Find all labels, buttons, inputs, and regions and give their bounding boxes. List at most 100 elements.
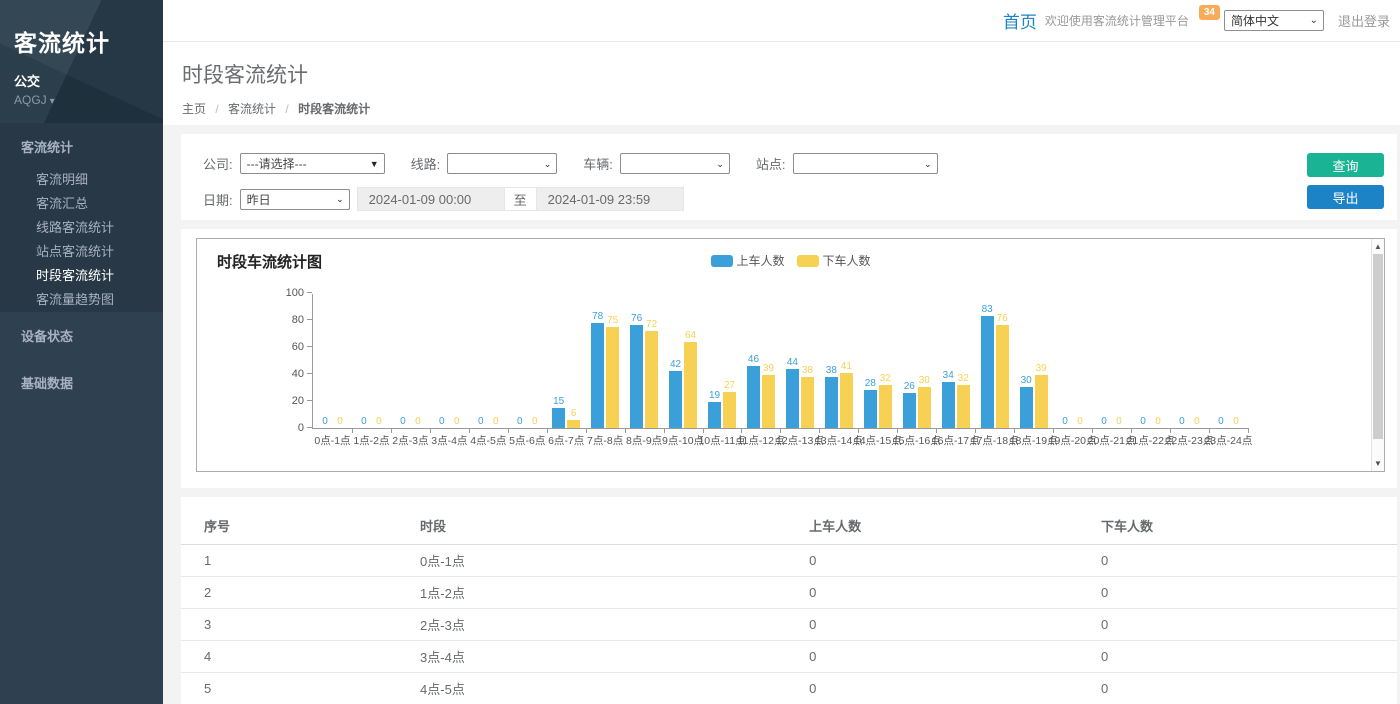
alighting-bar-15[interactable] xyxy=(918,387,931,428)
bar-column: 0 xyxy=(1175,416,1188,428)
sidebar-subitem-1[interactable]: 客流汇总 xyxy=(0,192,163,216)
chart-legend: 上车人数 下车人数 xyxy=(710,252,870,269)
chart-plot: 000点-1点001点-2点002点-3点003点-4点004点-5点005点-… xyxy=(312,294,1248,429)
table-cell: 0 xyxy=(801,545,1093,577)
language-selected: 简体中文 xyxy=(1231,12,1279,29)
dropdown-arrow-icon: ▼ xyxy=(370,160,379,168)
boarding-bar-13[interactable] xyxy=(825,377,838,428)
bar-column: 0 xyxy=(435,416,448,428)
breadcrumb-home[interactable]: 主页 xyxy=(182,102,206,116)
bar-column: 38 xyxy=(801,365,814,428)
boarding-bar-8[interactable] xyxy=(630,325,643,428)
bar-value-label: 6 xyxy=(571,408,577,419)
bar-value-label: 0 xyxy=(400,416,406,427)
boarding-bar-17[interactable] xyxy=(981,316,994,428)
alighting-bar-6[interactable] xyxy=(567,420,580,428)
bar-value-label: 15 xyxy=(553,396,564,407)
vehicle-select[interactable]: ⌄ xyxy=(620,153,730,174)
bar-column: 44 xyxy=(786,357,799,428)
date-start-input[interactable]: 2024-01-09 00:00 xyxy=(357,187,505,211)
logout-link[interactable]: 退出登录 xyxy=(1338,11,1390,30)
language-select[interactable]: 简体中文 ⌄ xyxy=(1224,10,1324,31)
alighting-bar-7[interactable] xyxy=(606,327,619,428)
bar-column: 19 xyxy=(708,390,721,428)
bar-column: 0 xyxy=(489,416,502,428)
export-button[interactable]: 导出 xyxy=(1307,185,1384,209)
boarding-bar-14[interactable] xyxy=(864,390,877,428)
company-select[interactable]: ---请选择--- ▼ xyxy=(240,153,385,174)
bar-column: 0 xyxy=(528,416,541,428)
alighting-bar-10[interactable] xyxy=(723,392,736,428)
query-button[interactable]: 查询 xyxy=(1307,153,1384,177)
bar-value-label: 44 xyxy=(787,357,798,368)
breadcrumb-current: 时段客流统计 xyxy=(298,102,370,116)
date-to-label: 至 xyxy=(505,187,536,211)
date-preset-select[interactable]: 昨日 ⌄ xyxy=(240,189,350,210)
bar-group-7: 78757点-8点 xyxy=(586,293,625,428)
boarding-bar-18[interactable] xyxy=(1020,387,1033,428)
app-logo: 客流统计 xyxy=(14,24,149,58)
bar-column: 26 xyxy=(903,381,916,428)
user-dropdown[interactable]: AQGJ▾ xyxy=(14,93,149,107)
table-row: 21点-2点00 xyxy=(181,577,1397,609)
bar-value-label: 41 xyxy=(841,361,852,372)
chart-scrollbar[interactable]: ▲ ▼ xyxy=(1371,239,1384,471)
sidebar-subitem-3[interactable]: 站点客流统计 xyxy=(0,240,163,264)
bar-value-label: 76 xyxy=(631,313,642,324)
boarding-bar-11[interactable] xyxy=(747,366,760,428)
scroll-down-icon[interactable]: ▼ xyxy=(1372,459,1384,468)
alighting-bar-18[interactable] xyxy=(1035,375,1048,428)
sidebar-subitem-5[interactable]: 客流量趋势图 xyxy=(0,288,163,312)
scroll-up-icon[interactable]: ▲ xyxy=(1372,242,1384,251)
legend-item-0[interactable]: 上车人数 xyxy=(710,252,784,269)
breadcrumb-section[interactable]: 客流统计 xyxy=(228,102,276,116)
bar-column: 15 xyxy=(552,396,565,428)
table-header-cell-0: 序号 xyxy=(181,507,412,545)
alighting-bar-17[interactable] xyxy=(996,325,1009,428)
sidebar-subitem-4[interactable]: 时段客流统计 xyxy=(0,264,163,288)
alighting-bar-14[interactable] xyxy=(879,385,892,428)
bar-group-3: 003点-4点 xyxy=(430,293,469,428)
bar-group-1: 001点-2点 xyxy=(352,293,391,428)
sidebar-subitem-0[interactable]: 客流明细 xyxy=(0,168,163,192)
boarding-bar-9[interactable] xyxy=(669,371,682,428)
boarding-bar-16[interactable] xyxy=(942,382,955,428)
bar-value-label: 0 xyxy=(1194,416,1200,427)
alighting-bar-13[interactable] xyxy=(840,373,853,428)
sidebar-subitem-2[interactable]: 线路客流统计 xyxy=(0,216,163,240)
legend-item-1[interactable]: 下车人数 xyxy=(797,252,871,269)
alighting-bar-11[interactable] xyxy=(762,375,775,428)
sidebar-item-device-status[interactable]: 设备状态 xyxy=(0,312,163,359)
sidebar-item-passenger-stats[interactable]: 客流统计 xyxy=(0,123,163,168)
y-axis-label: 80 xyxy=(266,314,304,326)
home-link[interactable]: 首页 xyxy=(1003,8,1037,33)
bar-value-label: 0 xyxy=(517,416,523,427)
company-label: 公司: xyxy=(203,154,233,173)
boarding-bar-6[interactable] xyxy=(552,408,565,428)
alighting-bar-16[interactable] xyxy=(957,385,970,428)
date-end-input[interactable]: 2024-01-09 23:59 xyxy=(536,187,684,211)
x-axis-label: 6点-7点 xyxy=(548,433,584,448)
table-header-cell-1: 时段 xyxy=(412,507,801,545)
table-cell: 4点-5点 xyxy=(412,673,801,704)
legend-label: 下车人数 xyxy=(823,252,871,269)
x-axis-label: 2点-3点 xyxy=(392,433,428,448)
sidebar-item-base-data[interactable]: 基础数据 xyxy=(0,359,163,406)
boarding-bar-12[interactable] xyxy=(786,369,799,428)
alighting-bar-8[interactable] xyxy=(645,331,658,428)
boarding-bar-7[interactable] xyxy=(591,323,604,428)
bar-column: 0 xyxy=(1190,416,1203,428)
bar-value-label: 38 xyxy=(826,365,837,376)
scrollbar-thumb[interactable] xyxy=(1373,254,1383,439)
bar-group-18: 303918点-19点 xyxy=(1014,293,1053,428)
boarding-bar-10[interactable] xyxy=(708,402,721,428)
station-select[interactable]: ⌄ xyxy=(793,153,938,174)
alighting-bar-12[interactable] xyxy=(801,377,814,428)
alighting-bar-9[interactable] xyxy=(684,342,697,428)
line-select[interactable]: ⌄ xyxy=(447,153,557,174)
boarding-bar-15[interactable] xyxy=(903,393,916,428)
table-body: 10点-1点0021点-2点0032点-3点0043点-4点0054点-5点00… xyxy=(181,545,1397,704)
bar-column: 39 xyxy=(1035,363,1048,428)
notification-badge: 34 xyxy=(1199,5,1220,20)
bar-value-label: 0 xyxy=(361,416,367,427)
